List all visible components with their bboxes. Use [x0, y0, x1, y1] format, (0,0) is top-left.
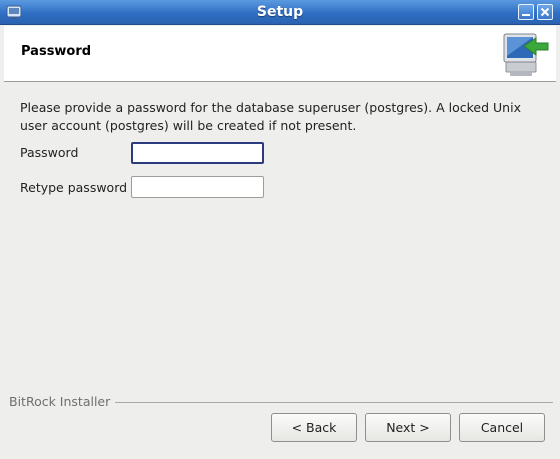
password-input[interactable] [131, 142, 264, 164]
cancel-button[interactable]: Cancel [459, 413, 545, 442]
computer-install-icon [503, 33, 549, 76]
close-button[interactable] [537, 4, 553, 20]
page-header: Password [4, 26, 556, 82]
retype-password-input[interactable] [131, 176, 264, 198]
retype-password-label: Retype password [20, 180, 128, 195]
minimize-icon [522, 14, 530, 16]
title-bar[interactable]: Setup [0, 0, 560, 25]
minimize-button[interactable] [518, 4, 534, 20]
next-button[interactable]: Next > [365, 413, 451, 442]
installer-brand: BitRock Installer [9, 394, 116, 409]
password-label: Password [20, 145, 79, 160]
window-title: Setup [256, 4, 304, 20]
page-title: Password [21, 44, 92, 59]
description-text: Please provide a password for the databa… [20, 100, 521, 133]
close-icon [540, 7, 550, 17]
back-button[interactable]: < Back [271, 413, 357, 442]
